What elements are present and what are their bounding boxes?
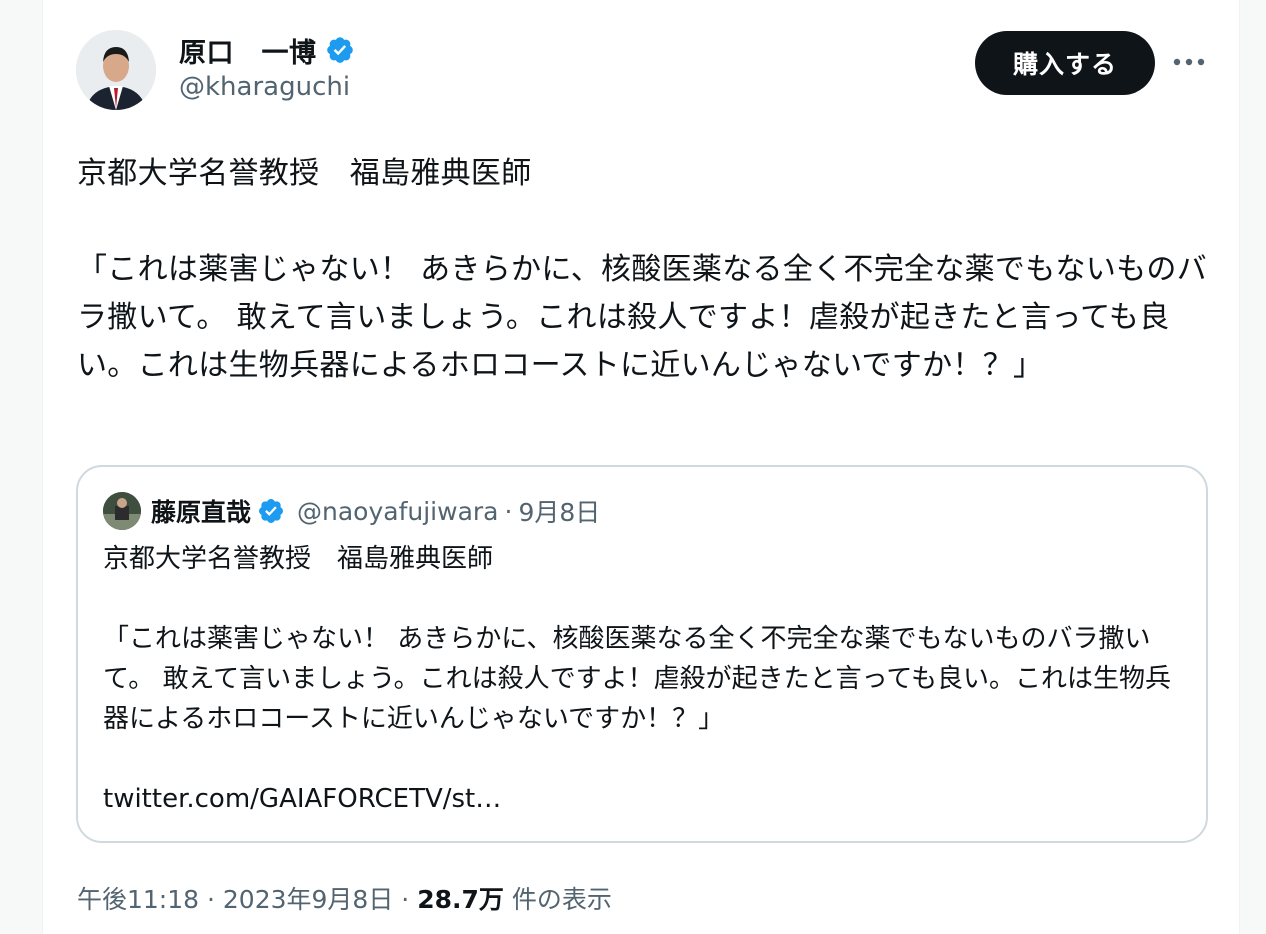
quoted-tweet-header: 藤原直哉 @naoyafujiwara · 9月8日 [103,491,600,531]
quoted-tweet-date[interactable]: 9月8日 [518,493,600,529]
views-count: 28.7万 [417,885,504,914]
more-horizontal-icon[interactable] [1169,46,1209,78]
tweet-text: 京都大学名誉教授 福島雅典医師 「これは薬害じゃない！ あきらかに、核酸医薬なる… [77,156,1208,383]
tweet-card: 原口 一博 @kharaguchi 購入する 京都大学名誉教授 福島雅典医師 「… [42,0,1240,934]
tweet-time[interactable]: 午後11:18 [77,885,199,914]
tweet-date[interactable]: 2023年9月8日 [223,885,393,914]
separator-dot: · [401,885,410,914]
author-display-name[interactable]: 原口 一博 [179,31,317,70]
author-name-row: 原口 一博 [179,30,355,70]
quoted-author-handle[interactable]: @naoyafujiwara [297,497,498,526]
quoted-author-name[interactable]: 藤原直哉 [151,493,251,529]
quoted-author-avatar[interactable] [103,492,141,530]
tweet-meta: 午後11:18 · 2023年9月8日 · 28.7万 件の表示 [77,880,612,916]
views-label: 件の表示 [511,885,612,914]
buy-button[interactable]: 購入する [975,31,1155,95]
separator-dot: · [504,496,513,526]
author-avatar[interactable] [76,30,156,110]
quoted-tweet[interactable]: 藤原直哉 @naoyafujiwara · 9月8日 京都大学名誉教授 福島雅典… [76,465,1208,843]
verified-badge-icon [326,37,353,63]
verified-badge-icon [259,499,283,523]
separator-dot: · [207,885,215,914]
quoted-tweet-text: 京都大学名誉教授 福島雅典医師 「これは薬害じゃない！ あきらかに、核酸医薬なる… [103,544,1172,814]
author-handle[interactable]: @kharaguchi [179,72,350,102]
